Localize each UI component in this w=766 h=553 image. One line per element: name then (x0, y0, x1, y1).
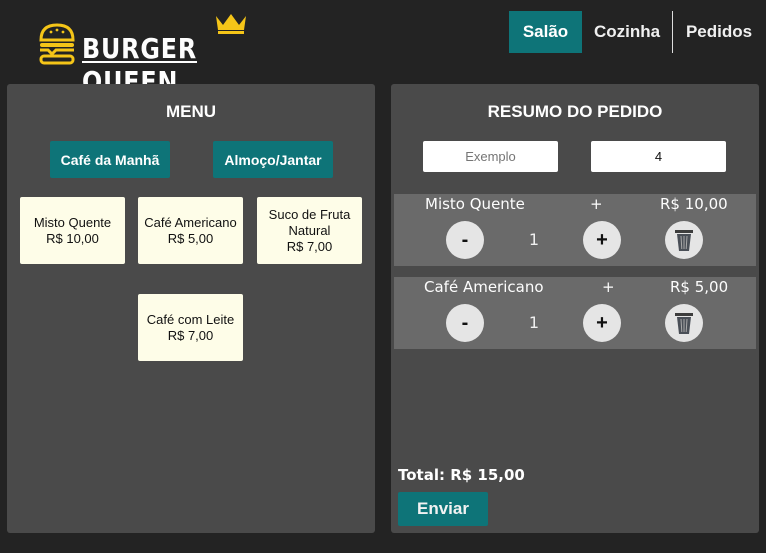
increase-quantity-button[interactable]: + (583, 304, 621, 342)
order-item-quantity: 1 (528, 230, 540, 249)
menu-item-cafe-americano[interactable]: Café Americano R$ 5,00 (138, 197, 243, 264)
category-breakfast-button[interactable]: Café da Manhã (50, 141, 170, 178)
trash-icon[interactable] (665, 304, 703, 342)
order-item-row: Misto Quente + R$ 10,00 - 1 + (394, 194, 756, 266)
nav-pedidos[interactable]: Pedidos (673, 11, 765, 53)
order-item-name: Misto Quente (425, 195, 525, 213)
nav-salao[interactable]: Salão (509, 11, 582, 53)
order-item-name: Café Americano (424, 278, 544, 296)
order-item-price: R$ 10,00 (660, 195, 728, 213)
trash-icon[interactable] (665, 221, 703, 259)
top-nav: Salão Cozinha Pedidos (509, 11, 765, 53)
decrease-quantity-button[interactable]: - (446, 221, 484, 259)
menu-item-cafe-com-leite[interactable]: Café com Leite R$ 7,00 (138, 294, 243, 361)
menu-panel: MENU Café da Manhã Almoço/Jantar Misto Q… (7, 84, 375, 533)
summary-title: RESUMO DO PEDIDO (487, 102, 663, 121)
menu-title: MENU (165, 102, 217, 121)
menu-item-name: Café Americano (144, 214, 237, 230)
menu-item-name: Café com Leite (146, 311, 235, 327)
menu-item-misto-quente[interactable]: Misto Quente R$ 10,00 (20, 197, 125, 264)
menu-item-price: R$ 7,00 (286, 238, 333, 254)
category-lunch-dinner-button[interactable]: Almoço/Jantar (213, 141, 333, 178)
order-item-extra-sign: + (602, 278, 615, 296)
crown-icon (216, 14, 246, 34)
menu-item-price: R$ 7,00 (167, 327, 214, 343)
nav-cozinha[interactable]: Cozinha (582, 11, 673, 53)
order-item-quantity: 1 (528, 313, 540, 332)
decrease-quantity-button[interactable]: - (446, 304, 484, 342)
menu-item-name: Misto Quente (33, 214, 112, 230)
order-item-row: Café Americano + R$ 5,00 - 1 + (394, 277, 756, 349)
increase-quantity-button[interactable]: + (583, 221, 621, 259)
order-item-price: R$ 5,00 (670, 278, 729, 296)
order-item-extra-sign: + (590, 195, 603, 213)
menu-item-price: R$ 5,00 (167, 230, 214, 246)
menu-item-price: R$ 10,00 (46, 230, 99, 246)
menu-item-name: Suco de Fruta Natural (268, 206, 351, 238)
client-name-input[interactable] (423, 141, 558, 172)
order-total: Total: R$ 15,00 (398, 466, 525, 484)
menu-item-suco-de-fruta[interactable]: Suco de Fruta Natural R$ 7,00 (257, 197, 362, 264)
order-summary-panel: RESUMO DO PEDIDO Misto Quente + R$ 10,00… (391, 84, 759, 533)
table-number-input[interactable] (591, 141, 726, 172)
send-order-button[interactable]: Enviar (398, 492, 488, 526)
burger-icon (39, 23, 75, 65)
brand-logo: BURGER QUEEN (38, 12, 270, 98)
